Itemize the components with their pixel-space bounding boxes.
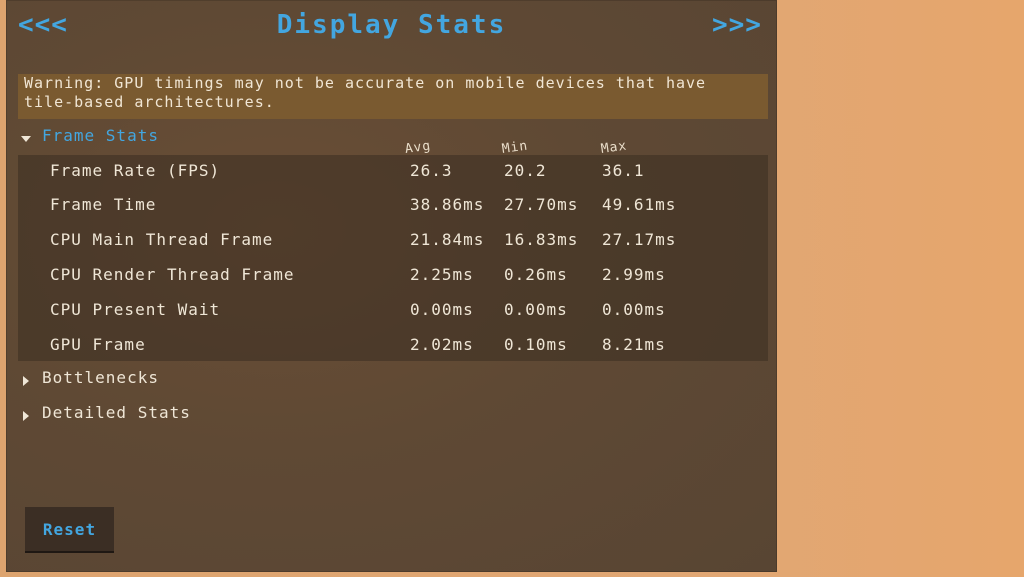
stat-max-value: 2.99ms bbox=[602, 265, 666, 284]
stat-min-value: 20.2 bbox=[504, 161, 547, 180]
triangle-down-icon bbox=[20, 130, 32, 142]
stat-min-value: 27.70ms bbox=[504, 195, 579, 214]
stat-row-frame-rate: Frame Rate (FPS) 26.3 20.2 36.1 bbox=[18, 155, 768, 189]
stat-max-value: 36.1 bbox=[602, 161, 645, 180]
stat-row-gpu-frame: GPU Frame 2.02ms 0.10ms 8.21ms bbox=[18, 329, 768, 363]
stat-avg-value: 26.3 bbox=[410, 161, 453, 180]
stat-max-value: 0.00ms bbox=[602, 300, 666, 319]
stat-avg-value: 21.84ms bbox=[410, 230, 485, 249]
reset-button[interactable]: Reset bbox=[25, 507, 114, 553]
detailed-stats-toggle[interactable]: Detailed Stats bbox=[20, 403, 191, 422]
stat-label: GPU Frame bbox=[50, 335, 146, 354]
stat-avg-value: 38.86ms bbox=[410, 195, 485, 214]
stat-row-cpu-main-thread: CPU Main Thread Frame 21.84ms 16.83ms 27… bbox=[18, 224, 768, 258]
stat-max-value: 27.17ms bbox=[602, 230, 677, 249]
stat-row-cpu-render-thread: CPU Render Thread Frame 2.25ms 0.26ms 2.… bbox=[18, 259, 768, 293]
stat-min-value: 0.26ms bbox=[504, 265, 568, 284]
detailed-stats-label: Detailed Stats bbox=[42, 403, 191, 422]
stat-avg-value: 2.02ms bbox=[410, 335, 474, 354]
stat-label: CPU Render Thread Frame bbox=[50, 265, 295, 284]
stat-max-value: 8.21ms bbox=[602, 335, 666, 354]
triangle-right-icon bbox=[20, 372, 32, 386]
bottlenecks-label: Bottlenecks bbox=[42, 368, 159, 387]
stat-min-value: 0.00ms bbox=[504, 300, 568, 319]
stat-label: CPU Main Thread Frame bbox=[50, 230, 274, 249]
stat-label: CPU Present Wait bbox=[50, 300, 221, 319]
stat-row-cpu-present-wait: CPU Present Wait 0.00ms 0.00ms 0.00ms bbox=[18, 294, 768, 328]
stat-label: Frame Time bbox=[50, 195, 157, 214]
display-stats-panel: <<< Display Stats >>> Warning: GPU timin… bbox=[6, 0, 777, 572]
stat-max-value: 49.61ms bbox=[602, 195, 677, 214]
gpu-timing-warning: Warning: GPU timings may not be accurate… bbox=[18, 74, 768, 119]
stat-row-frame-time: Frame Time 38.86ms 27.70ms 49.61ms bbox=[18, 189, 768, 223]
stat-label: Frame Rate (FPS) bbox=[50, 161, 221, 180]
frame-stats-table: Frame Rate (FPS) 26.3 20.2 36.1 Frame Ti… bbox=[18, 155, 768, 361]
stat-min-value: 0.10ms bbox=[504, 335, 568, 354]
stat-avg-value: 0.00ms bbox=[410, 300, 474, 319]
stat-avg-value: 2.25ms bbox=[410, 265, 474, 284]
next-page-button[interactable]: >>> bbox=[712, 10, 762, 40]
stat-min-value: 16.83ms bbox=[504, 230, 579, 249]
triangle-right-icon bbox=[20, 407, 32, 421]
bottlenecks-toggle[interactable]: Bottlenecks bbox=[20, 368, 159, 387]
page-title: Display Stats bbox=[276, 10, 507, 40]
